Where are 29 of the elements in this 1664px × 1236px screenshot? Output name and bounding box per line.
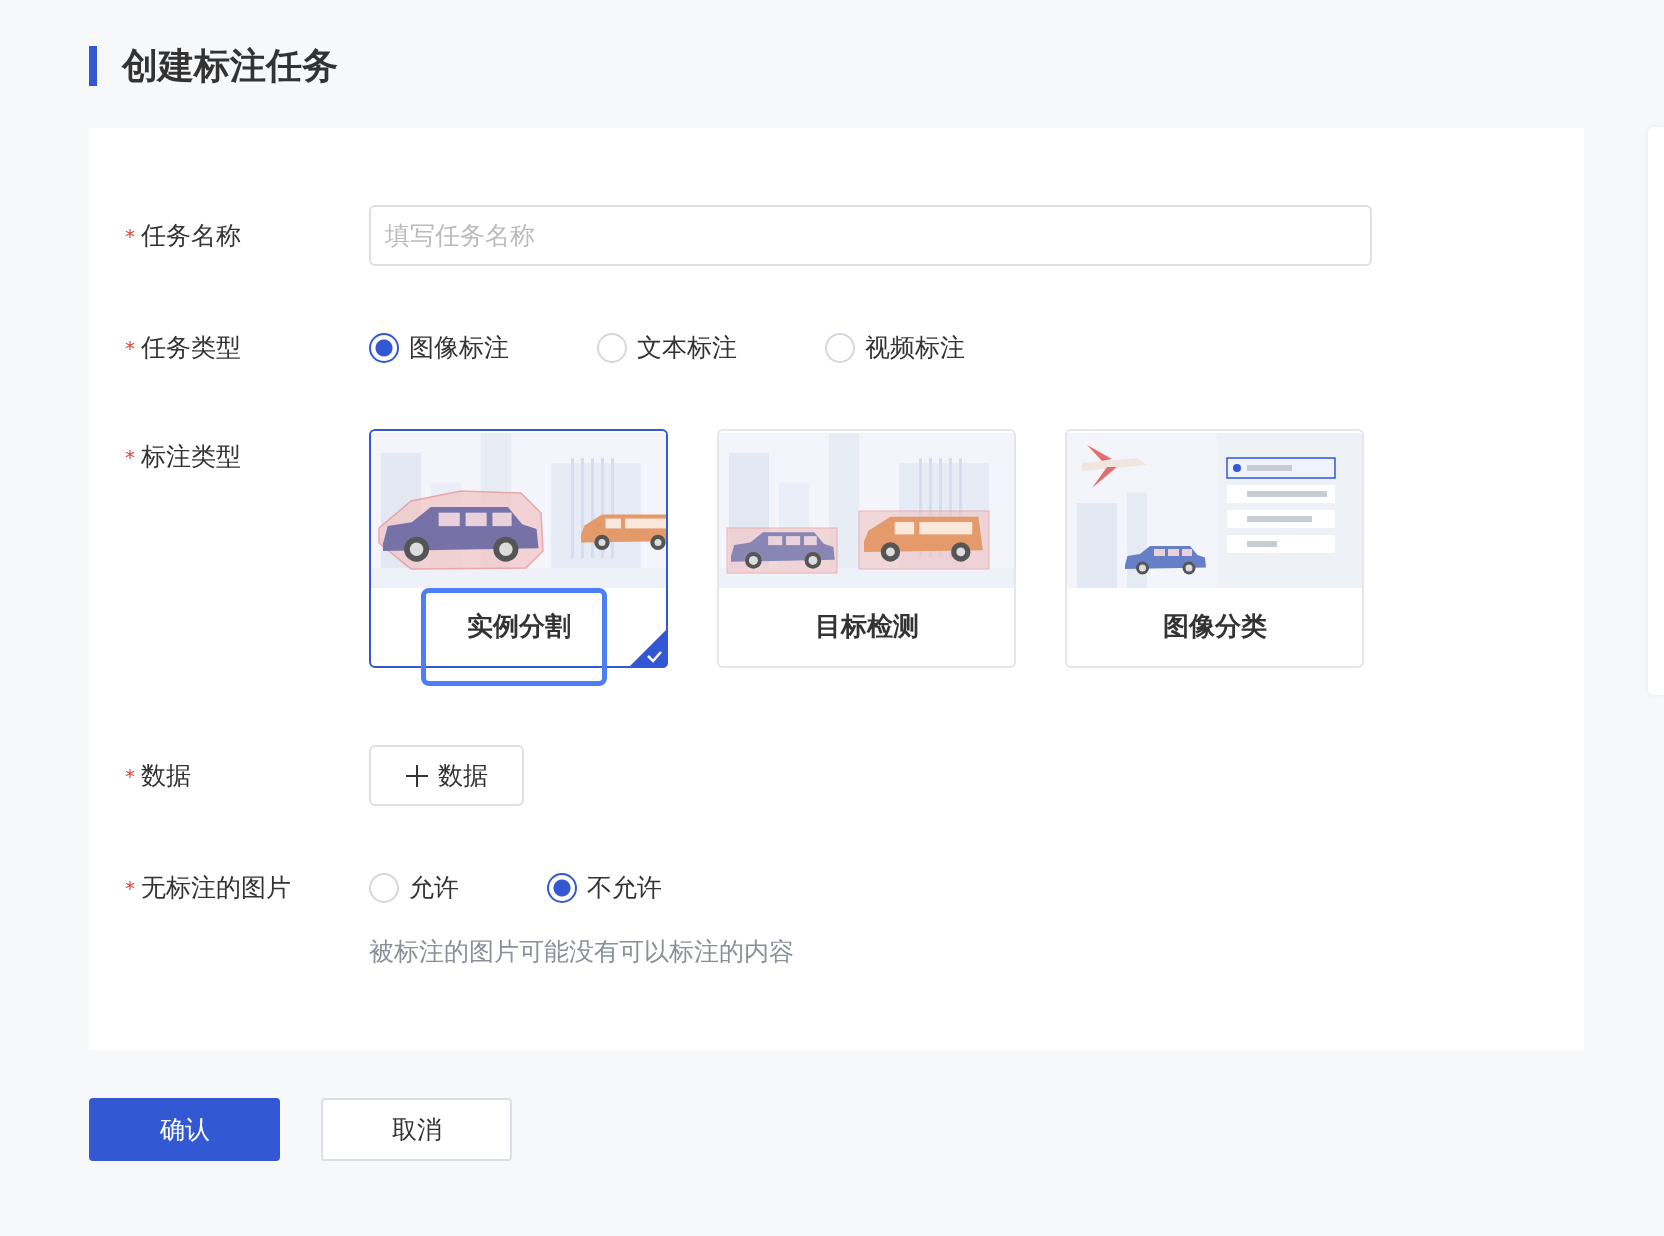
required-mark: * <box>125 222 135 250</box>
radio-option[interactable]: 不允许 <box>547 868 662 908</box>
annotation-type-card[interactable]: 图像分类 <box>1065 429 1364 668</box>
radio-option[interactable]: 图像标注 <box>369 328 509 368</box>
required-mark: * <box>125 444 135 471</box>
field-label: 数据 <box>141 759 191 792</box>
cancel-button[interactable]: 取消 <box>321 1098 512 1161</box>
radio-option[interactable]: 文本标注 <box>597 328 737 368</box>
task-name-input[interactable]: 填写任务名称 <box>369 205 1372 266</box>
plus-icon <box>405 764 428 787</box>
field-label: 标注类型 <box>141 441 241 474</box>
radio-option[interactable]: 视频标注 <box>825 328 965 368</box>
title-accent-bar <box>89 45 97 86</box>
field-label: 无标注的图片 <box>141 872 291 905</box>
radio-button[interactable] <box>547 873 577 903</box>
hint-text: 被标注的图片可能没有可以标注的内容 <box>369 936 795 968</box>
add-data-button[interactable]: 数据 <box>369 745 524 806</box>
field-label: 任务类型 <box>141 332 241 365</box>
annotation-type-card[interactable]: 实例分割 <box>369 429 668 668</box>
required-mark: * <box>125 762 135 790</box>
check-icon <box>628 628 668 668</box>
radio-option[interactable]: 允许 <box>369 868 459 908</box>
confirm-button[interactable]: 确认 <box>89 1098 280 1161</box>
required-mark: * <box>125 875 135 902</box>
field-label: 任务名称 <box>141 219 241 252</box>
radio-button[interactable] <box>369 333 399 363</box>
required-mark: * <box>125 335 135 362</box>
annotation-type-card[interactable]: 目标检测 <box>717 429 1016 668</box>
page-title: 创建标注任务 <box>122 43 338 88</box>
